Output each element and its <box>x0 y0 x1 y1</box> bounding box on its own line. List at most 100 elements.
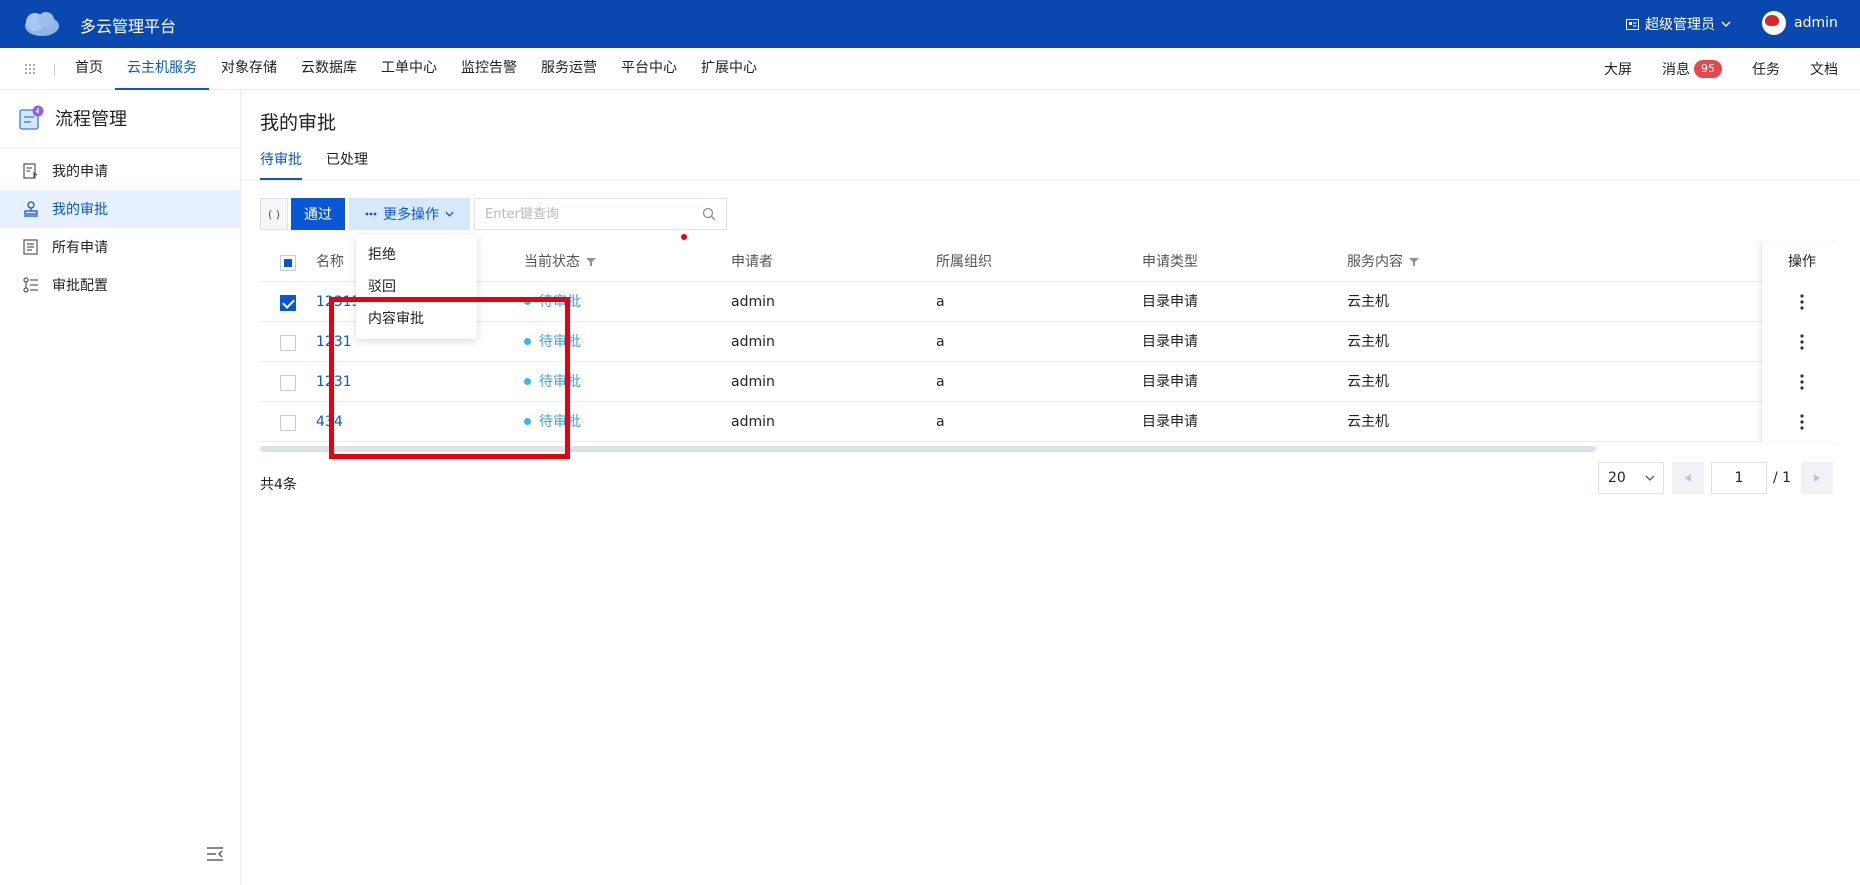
tasks-link[interactable]: 任务 <box>1752 59 1780 79</box>
row-name-link[interactable]: 434 <box>316 402 343 442</box>
sidebar-item-approval-config[interactable]: 审批配置 <box>0 266 240 304</box>
nav-item-cloud-database[interactable]: 云数据库 <box>289 48 369 90</box>
top-bar: 多云管理平台 超级管理员 admin <box>0 0 1860 48</box>
total-count: 共4条 <box>260 477 297 493</box>
row-name-link[interactable]: 1231 <box>316 362 352 402</box>
user-menu[interactable]: admin <box>1762 11 1838 35</box>
search-input[interactable] <box>485 206 685 222</box>
status-dot <box>524 297 531 305</box>
apply-icon <box>23 163 38 179</box>
toolbar: ( ) 通过 更多操作 <box>260 198 727 230</box>
menu-item-content-review[interactable]: 内容审批 <box>356 303 477 335</box>
row-applicant: admin <box>731 374 775 390</box>
row-type: 目录申请 <box>1142 414 1198 430</box>
messages-label: 消息 <box>1662 62 1690 78</box>
filter-icon[interactable] <box>586 257 596 267</box>
col-content-label: 服务内容 <box>1347 254 1403 270</box>
row-name-link[interactable]: 1231 <box>316 322 352 362</box>
chevron-left-icon <box>1685 474 1691 482</box>
nav-item-object-storage[interactable]: 对象存储 <box>209 48 289 90</box>
main-content: 我的审批 待审批 已处理 ( ) 通过 更多操作 名称 当前状态 申请者 所属组… <box>241 90 1860 885</box>
approve-button[interactable]: 通过 <box>291 198 345 230</box>
tab-processed[interactable]: 已处理 <box>326 150 368 180</box>
row-actions-button[interactable] <box>1762 402 1842 442</box>
sidebar-menu: 我的申请 我的审批 所有申请 审批配置 <box>0 152 240 304</box>
chevron-right-icon <box>1814 474 1821 482</box>
stamp-icon <box>24 201 38 217</box>
search-box <box>474 198 727 230</box>
menu-item-return[interactable]: 驳回 <box>356 271 477 303</box>
app-grid-icon[interactable] <box>24 63 36 75</box>
workflow-icon <box>19 105 44 130</box>
row-content: 云主机 <box>1347 374 1389 390</box>
tabs-divider <box>241 180 1860 181</box>
table-row[interactable]: 12313 待审批 admin a 目录申请 云主机 <box>260 282 1841 322</box>
table-row[interactable]: 434 待审批 admin a 目录申请 云主机 <box>260 402 1841 442</box>
search-icon[interactable] <box>702 207 716 221</box>
role-switcher[interactable]: 超级管理员 <box>1626 14 1731 34</box>
row-actions-button[interactable] <box>1762 282 1842 322</box>
select-all-checkbox[interactable] <box>280 255 296 271</box>
row-org: a <box>936 374 945 390</box>
collapse-sidebar-icon[interactable] <box>206 846 224 862</box>
role-label: 超级管理员 <box>1645 17 1715 33</box>
nav-item-platform-center[interactable]: 平台中心 <box>609 48 689 90</box>
row-status-text: 待审批 <box>539 374 581 390</box>
row-status-text: 待审批 <box>539 294 581 310</box>
row-status-text: 待审批 <box>539 334 581 350</box>
big-screen-link[interactable]: 大屏 <box>1604 59 1632 79</box>
page-title: 我的审批 <box>260 112 337 134</box>
next-page-button[interactable] <box>1801 462 1834 494</box>
table-row[interactable]: 1231 待审批 admin a 目录申请 云主机 <box>260 362 1841 402</box>
refresh-button[interactable]: ( ) <box>260 198 288 230</box>
nav-item-vm-service[interactable]: 云主机服务 <box>115 48 209 90</box>
row-org: a <box>936 294 945 310</box>
horizontal-scrollbar[interactable] <box>260 445 1841 453</box>
nav-item-monitoring[interactable]: 监控告警 <box>449 48 529 90</box>
more-actions-menu: 拒绝 驳回 内容审批 <box>329 235 570 459</box>
prev-page-button[interactable] <box>1672 462 1704 494</box>
row-type: 目录申请 <box>1142 374 1198 390</box>
nav-item-home[interactable]: 首页 <box>63 48 115 90</box>
sidebar-item-my-applications[interactable]: 我的申请 <box>0 152 240 190</box>
row-status: 待审批 <box>524 322 581 362</box>
row-actions-button[interactable] <box>1762 362 1842 402</box>
sidebar-item-my-approvals[interactable]: 我的审批 <box>0 190 240 228</box>
filter-icon[interactable] <box>1409 257 1419 267</box>
row-actions-button[interactable] <box>1762 322 1842 362</box>
col-applicant: 申请者 <box>731 254 773 270</box>
more-actions-button[interactable]: 更多操作 <box>349 198 470 230</box>
row-checkbox[interactable] <box>280 375 296 391</box>
row-name-link[interactable]: 12313 <box>316 282 361 322</box>
page-number-input[interactable]: 1 <box>1711 462 1767 494</box>
config-icon <box>23 277 38 293</box>
scrollbar-thumb[interactable] <box>260 446 1596 452</box>
row-checkbox[interactable] <box>280 415 296 431</box>
nav-item-extension-center[interactable]: 扩展中心 <box>689 48 769 90</box>
nav-items: 首页 云主机服务 对象存储 云数据库 工单中心 监控告警 服务运营 平台中心 扩… <box>63 48 769 90</box>
col-type: 申请类型 <box>1142 254 1198 270</box>
row-content: 云主机 <box>1347 414 1389 430</box>
sidebar-item-all-applications[interactable]: 所有申请 <box>0 228 240 266</box>
row-applicant: admin <box>731 294 775 310</box>
nav-item-ticket-center[interactable]: 工单中心 <box>369 48 449 90</box>
nav-item-service-ops[interactable]: 服务运营 <box>529 48 609 90</box>
row-type: 目录申请 <box>1142 294 1198 310</box>
tab-pending[interactable]: 待审批 <box>260 150 302 180</box>
operation-column: 操作 <box>1761 242 1841 442</box>
status-dot <box>524 377 531 385</box>
table-row[interactable]: 1231 待审批 admin a 目录申请 云主机 <box>260 322 1841 362</box>
row-status: 待审批 <box>524 402 581 442</box>
docs-link[interactable]: 文档 <box>1810 59 1838 79</box>
more-actions-label: 更多操作 <box>383 207 439 223</box>
sidebar-divider <box>0 148 240 149</box>
menu-item-reject[interactable]: 拒绝 <box>356 239 477 271</box>
row-checkbox[interactable] <box>280 295 296 311</box>
page-size-select[interactable]: 20 <box>1598 462 1664 494</box>
row-checkbox[interactable] <box>280 335 296 351</box>
col-status: 当前状态 <box>524 242 596 282</box>
row-content: 云主机 <box>1347 334 1389 350</box>
sidebar-item-label: 所有申请 <box>52 240 108 256</box>
messages-link[interactable]: 消息 95 <box>1662 59 1722 79</box>
col-status-label: 当前状态 <box>524 254 580 270</box>
